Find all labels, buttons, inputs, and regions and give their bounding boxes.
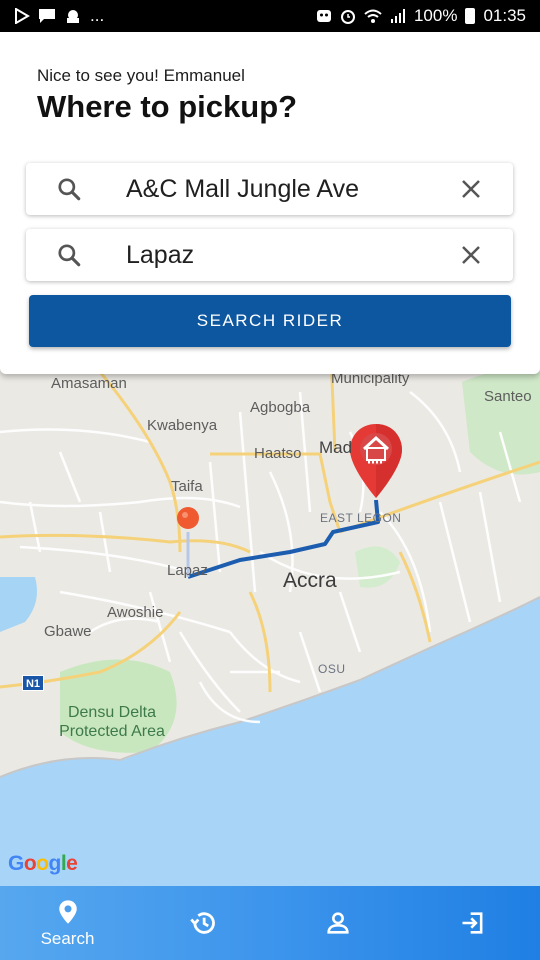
play-store-icon [15,8,30,24]
logout-icon [462,912,482,934]
map-label-madina: Mad [319,438,353,457]
more-dots: ... [90,6,105,25]
map-label-santeo: Santeo [484,388,532,405]
status-right-icons: 100% 01:35 [316,6,526,26]
map-label-taifa: Taifa [171,478,203,495]
pickup-field[interactable] [26,163,513,215]
road-badge-n1: N1 [22,675,44,691]
status-left-icons: ... [14,6,104,26]
map-label-kwabenya: Kwabenya [147,417,218,434]
nav-item-logout[interactable] [405,886,540,960]
alarm-icon [340,10,355,24]
nav-item-search[interactable]: Search [0,886,135,960]
battery-percent: 100% [413,6,458,25]
signal-icon [390,9,405,23]
origin-pin-icon[interactable] [176,506,200,536]
destination-field[interactable] [26,229,513,281]
nav-label-search: Search [40,928,95,948]
nav-item-history[interactable] [135,886,270,960]
history-icon [189,912,215,934]
map-label-haatso: Haatso [254,445,302,462]
map-label-amasaman: Amasaman [51,375,127,392]
search-rider-button[interactable]: SEARCH RIDER [29,295,511,347]
location-pin-icon [58,899,77,924]
pickup-card: Nice to see you! Emmanuel Where to picku… [0,32,540,374]
map-label-east-legon: EAST LEGON [320,511,402,525]
wifi-icon [364,9,382,23]
google-logo: Google [8,852,78,875]
status-bar: ... 100% 01:35 [0,0,540,32]
map-label-awoshie: Awoshie [107,604,164,621]
map-label-agbogba: Agbogba [250,399,311,416]
close-icon[interactable] [459,243,483,267]
map-label-gbawe: Gbawe [44,623,92,640]
close-icon[interactable] [459,177,483,201]
search-icon [58,244,81,267]
map-label-lapaz: Lapaz [167,562,208,579]
message-icon [39,9,55,23]
greeting-text: Nice to see you! Emmanuel [37,66,245,85]
bottom-nav: Search [0,886,540,960]
destination-pin-icon[interactable] [348,422,404,502]
nav-item-profile[interactable] [270,886,405,960]
map-label-accra: Accra [283,569,337,592]
map-label-osu: OSU [318,662,346,676]
person-icon [326,912,349,934]
pickup-input[interactable] [126,171,446,207]
battery-icon [465,8,476,24]
search-icon [58,178,81,201]
android-icon [67,10,79,23]
status-time: 01:35 [483,6,526,25]
page-title: Where to pickup? [37,89,298,124]
destination-input[interactable] [126,237,446,273]
map-label-densu: Densu Delta Protected Area [59,704,165,740]
notification-icon [316,10,331,22]
